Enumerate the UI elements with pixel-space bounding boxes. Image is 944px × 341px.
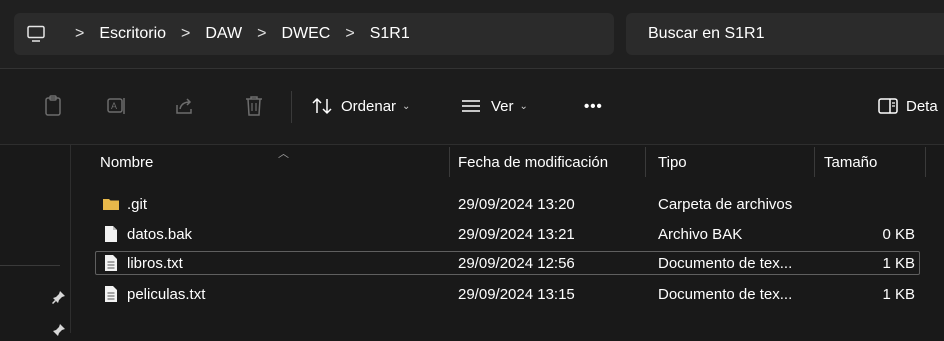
column-header-size[interactable]: Tamaño (824, 145, 877, 179)
sort-label: Ordenar (341, 97, 397, 115)
file-name: datos.bak (127, 225, 193, 243)
column-header-type[interactable]: Tipo (658, 145, 687, 179)
command-bar: A Ordenar ⌄ Ver ⌄ ••• Deta (0, 69, 944, 145)
file-row-git[interactable]: .git 29/09/2024 13:20 Carpeta de archivo… (95, 192, 920, 216)
column-separator[interactable] (449, 147, 450, 177)
chevron-down-icon: ⌄ (402, 100, 411, 112)
file-row-datos-bak[interactable]: datos.bak 29/09/2024 13:21 Archivo BAK 0… (95, 222, 920, 246)
sort-button[interactable]: Ordenar ⌄ (311, 93, 410, 119)
svg-text:A: A (111, 101, 117, 111)
column-separator[interactable] (925, 147, 926, 177)
search-input[interactable]: Buscar en S1R1 (648, 25, 765, 43)
breadcrumb-separator: > (257, 25, 267, 42)
address-bar-area: > Escritorio > DAW > DWEC > S1R1 Buscar … (0, 0, 944, 68)
chevron-down-icon: ⌄ (519, 100, 528, 112)
folder-icon (103, 199, 119, 210)
rename-icon[interactable]: A (104, 93, 130, 119)
file-name: peliculas.txt (127, 285, 206, 303)
column-header-date[interactable]: Fecha de modificación (458, 145, 608, 179)
file-date: 29/09/2024 13:15 (458, 285, 575, 303)
file-type: Archivo BAK (658, 225, 743, 243)
file-size: 1 KB (882, 285, 915, 303)
view-icon (462, 100, 480, 112)
breadcrumb-separator: > (345, 25, 355, 42)
pin-icon[interactable] (52, 323, 66, 337)
file-row-libros-txt[interactable]: libros.txt 29/09/2024 12:56 Documento de… (95, 251, 920, 275)
pin-icon[interactable] (51, 290, 66, 305)
file-size (825, 192, 915, 216)
text-file-icon (105, 286, 117, 302)
column-header-row: ︿ Nombre Fecha de modificación Tipo Tama… (71, 145, 944, 179)
sort-indicator-icon: ︿ (278, 148, 289, 160)
view-button[interactable]: Ver ⌄ (461, 93, 528, 119)
toolbar-separator (291, 91, 292, 123)
breadcrumb-separator: > (75, 25, 85, 42)
paste-icon[interactable] (40, 93, 66, 119)
breadcrumb[interactable]: > Escritorio > DAW > DWEC > S1R1 (14, 13, 614, 55)
share-icon[interactable] (172, 93, 198, 119)
column-separator[interactable] (645, 147, 646, 177)
column-header-name[interactable]: Nombre (100, 145, 153, 179)
more-options-button[interactable]: ••• (584, 93, 603, 119)
file-type: Documento de tex... (658, 285, 793, 303)
file-name: libros.txt (127, 254, 183, 272)
file-date: 29/09/2024 12:56 (458, 254, 575, 272)
details-pane-icon (878, 98, 898, 114)
details-pane-button[interactable]: Deta (878, 93, 938, 119)
breadcrumb-dwec[interactable]: DWEC (281, 25, 330, 43)
file-name: .git (127, 195, 148, 213)
file-size: 1 KB (882, 254, 915, 272)
file-size: 0 KB (882, 225, 915, 243)
search-box[interactable]: Buscar en S1R1 (626, 13, 944, 55)
breadcrumb-escritorio[interactable]: Escritorio (99, 25, 166, 43)
file-date: 29/09/2024 13:20 (458, 195, 575, 213)
breadcrumb-separator: > (181, 25, 191, 42)
view-label: Ver (491, 97, 514, 115)
file-row-peliculas-txt[interactable]: peliculas.txt 29/09/2024 13:15 Documento… (95, 282, 920, 306)
file-type: Carpeta de archivos (658, 195, 793, 213)
computer-icon[interactable] (26, 24, 46, 44)
file-date: 29/09/2024 13:21 (458, 225, 575, 243)
text-file-icon (105, 255, 117, 271)
nav-divider (0, 265, 60, 266)
delete-icon[interactable] (241, 93, 267, 119)
file-type: Documento de tex... (658, 254, 793, 272)
file-icon (105, 226, 117, 242)
breadcrumb-s1r1[interactable]: S1R1 (370, 25, 410, 43)
column-separator[interactable] (814, 147, 815, 177)
details-label: Deta (906, 97, 938, 115)
navigation-pane (0, 145, 71, 336)
breadcrumb-daw[interactable]: DAW (205, 25, 242, 43)
sort-icon (312, 97, 332, 115)
